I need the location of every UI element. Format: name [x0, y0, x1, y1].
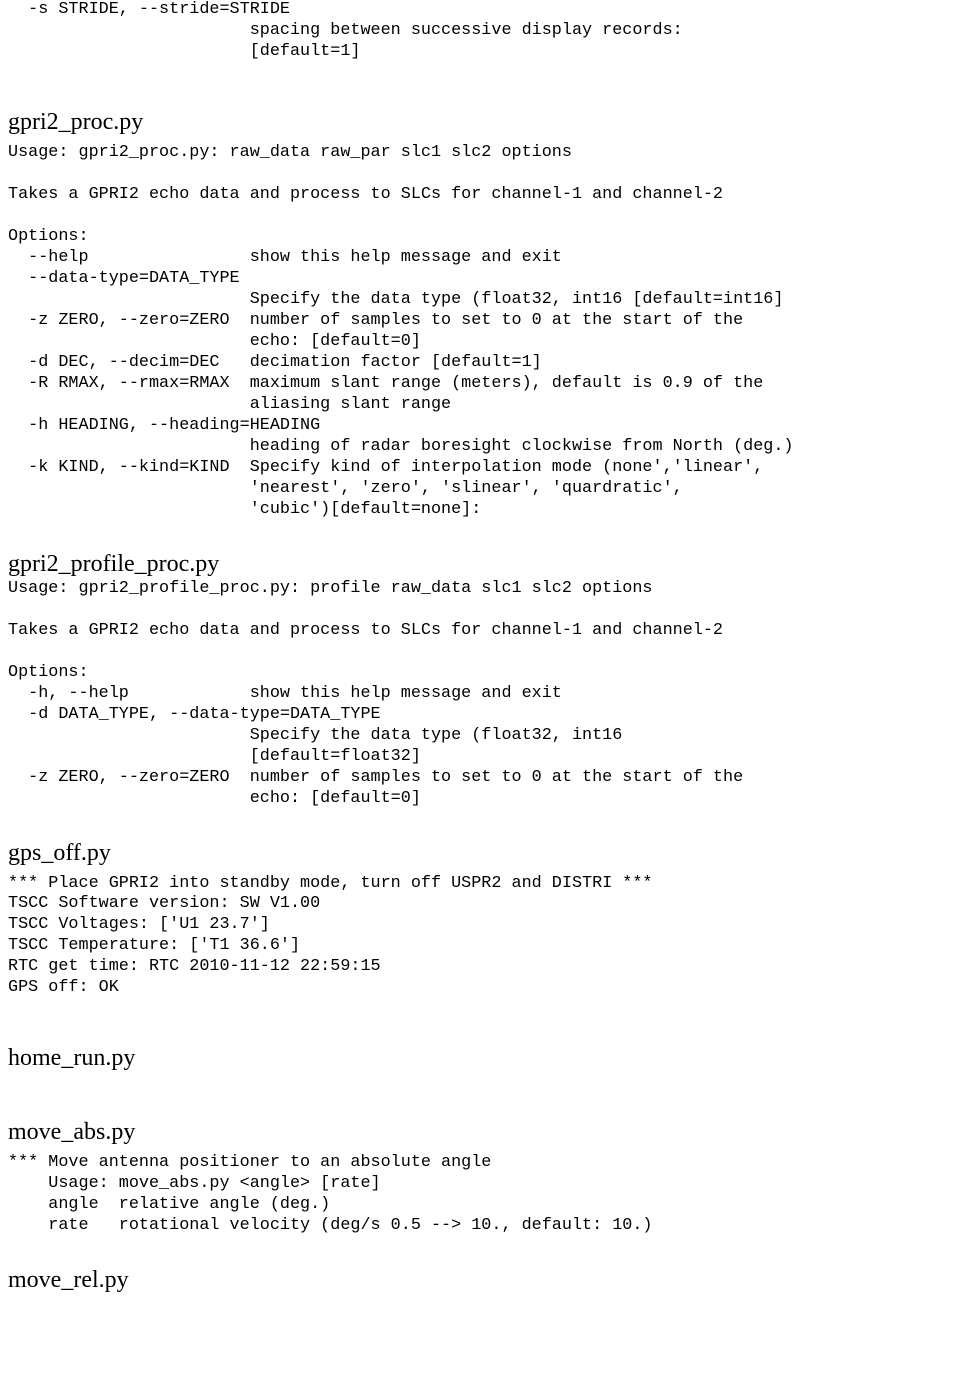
section-body: Usage: gpri2_profile_proc.py: profile ra… — [8, 579, 959, 810]
section-body: Usage: gpri2_proc.py: raw_data raw_par s… — [8, 143, 959, 521]
section-heading: gpri2_profile_proc.py — [8, 549, 959, 579]
sections-container: gpri2_proc.py Usage: gpri2_proc.py: raw_d… — [8, 63, 959, 1295]
section-body: *** Move antenna positioner to an absolu… — [8, 1153, 959, 1237]
section-gap — [8, 1237, 959, 1265]
section-heading: move_abs.py — [8, 1117, 959, 1147]
section-gap — [8, 521, 959, 549]
section-heading: move_rel.py — [8, 1265, 959, 1295]
section-gap — [8, 63, 959, 107]
section-heading: home_run.py — [8, 1043, 959, 1073]
section-gap — [8, 810, 959, 838]
section-heading: gpri2_proc.py — [8, 107, 959, 137]
section-gap — [8, 999, 959, 1043]
section-gap — [8, 1073, 959, 1117]
section-heading: gps_off.py — [8, 838, 959, 868]
fragment-top: -s STRIDE, --stride=STRIDE spacing betwe… — [8, 0, 959, 63]
section-body: *** Place GPRI2 into standby mode, turn … — [8, 874, 959, 1000]
